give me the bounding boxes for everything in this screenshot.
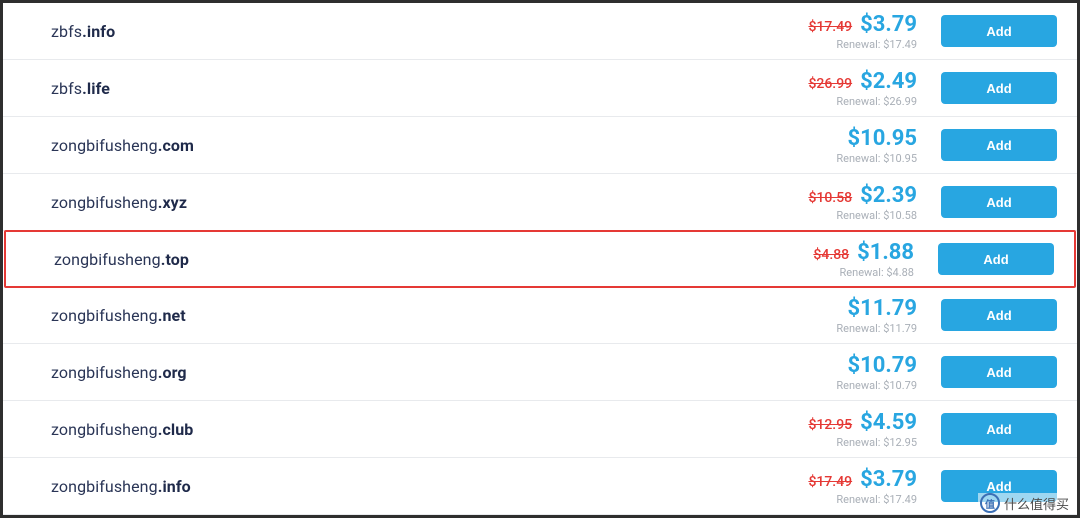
- add-button[interactable]: Add: [941, 299, 1057, 331]
- domain-base: zongbifusheng: [54, 250, 161, 269]
- domain-base: zbfs: [51, 22, 82, 41]
- price-line: $17.49 $3.79: [767, 12, 917, 37]
- domain-base: zongbifusheng: [51, 193, 158, 212]
- domain-base: zongbifusheng: [51, 420, 158, 439]
- renewal-price: Renewal: $11.79: [767, 322, 917, 335]
- current-price: $4.59: [860, 410, 917, 435]
- old-price: $4.88: [813, 247, 849, 263]
- domain-row: zbfs.info $17.49 $3.79Renewal: $17.49 Add: [3, 3, 1077, 60]
- price-line: $4.88 $1.88: [764, 240, 914, 265]
- domain-row: zongbifusheng.club $12.95 $4.59Renewal: $1…: [3, 401, 1077, 458]
- domain-base: zongbifusheng: [51, 477, 158, 496]
- domain-name[interactable]: zongbifusheng.net: [51, 306, 767, 325]
- current-price: $1.88: [857, 240, 914, 265]
- current-price: $2.39: [860, 183, 917, 208]
- renewal-price: Renewal: $10.58: [767, 209, 917, 222]
- add-button[interactable]: Add: [941, 129, 1057, 161]
- domain-row: zongbifusheng.info $17.49 $3.79Renewal: $1…: [3, 458, 1077, 515]
- pricing: $26.99 $2.49Renewal: $26.99: [767, 69, 917, 108]
- renewal-price: Renewal: $10.95: [767, 152, 917, 165]
- domain-name[interactable]: zbfs.info: [51, 22, 767, 41]
- domain-row: zongbifusheng.org$10.79Renewal: $10.79Ad…: [3, 344, 1077, 401]
- domain-tld: .net: [158, 306, 186, 325]
- domain-results-panel: zbfs.info$17.49$3.79Renewal: $17.49Addzb…: [0, 0, 1080, 518]
- watermark-badge-icon: 值: [980, 493, 1000, 513]
- domain-tld: .xyz: [158, 193, 187, 212]
- domain-name[interactable]: zongbifusheng.xyz: [51, 193, 767, 212]
- price-line: $26.99 $2.49: [767, 69, 917, 94]
- old-price: $17.49: [808, 19, 852, 35]
- pricing: $10.95Renewal: $10.95: [767, 126, 917, 165]
- domain-row: zongbifusheng.net$11.79Renewal: $11.79Ad…: [3, 287, 1077, 344]
- domain-name[interactable]: zongbifusheng.org: [51, 363, 767, 382]
- old-price: $10.58: [808, 190, 852, 206]
- price-line: $10.58 $2.39: [767, 183, 917, 208]
- domain-row: zongbifusheng.xyz $10.58 $2.39Renewal: $10…: [3, 174, 1077, 231]
- domain-base: zongbifusheng: [51, 136, 158, 155]
- domain-name[interactable]: zongbifusheng.com: [51, 136, 767, 155]
- domain-tld: .club: [158, 420, 194, 439]
- domain-base: zbfs: [51, 79, 82, 98]
- renewal-price: Renewal: $10.79: [767, 379, 917, 392]
- domain-base: zongbifusheng: [51, 363, 158, 382]
- renewal-price: Renewal: $12.95: [767, 436, 917, 449]
- add-button[interactable]: Add: [941, 356, 1057, 388]
- domain-name[interactable]: zongbifusheng.club: [51, 420, 767, 439]
- add-button[interactable]: Add: [941, 413, 1057, 445]
- current-price: $3.79: [860, 467, 917, 492]
- domain-tld: .top: [161, 250, 189, 269]
- renewal-price: Renewal: $4.88: [764, 266, 914, 279]
- pricing: $10.58 $2.39Renewal: $10.58: [767, 183, 917, 222]
- current-price: $10.79: [848, 353, 918, 378]
- domain-row: zbfs.life $26.99 $2.49Renewal: $26.99 Add: [3, 60, 1077, 117]
- add-button[interactable]: Add: [941, 15, 1057, 47]
- price-line: $12.95 $4.59: [767, 410, 917, 435]
- pricing: $17.49 $3.79Renewal: $17.49: [767, 467, 917, 506]
- domain-results-list: zbfs.info$17.49$3.79Renewal: $17.49Addzb…: [3, 3, 1077, 515]
- watermark: 值 什么值得买: [978, 493, 1071, 513]
- old-price: $17.49: [808, 474, 852, 490]
- price-line: $11.79: [767, 296, 917, 321]
- pricing: $17.49 $3.79Renewal: $17.49: [767, 12, 917, 51]
- renewal-price: Renewal: $17.49: [767, 38, 917, 51]
- current-price: $3.79: [860, 12, 917, 37]
- pricing: $10.79Renewal: $10.79: [767, 353, 917, 392]
- old-price: $12.95: [808, 417, 852, 433]
- add-button[interactable]: Add: [941, 72, 1057, 104]
- price-line: $10.79: [767, 353, 917, 378]
- current-price: $11.79: [848, 296, 918, 321]
- domain-tld: .org: [158, 363, 187, 382]
- domain-tld: .life: [82, 79, 110, 98]
- domain-row: zongbifusheng.com$10.95Renewal: $10.95Ad…: [3, 117, 1077, 174]
- price-line: $10.95: [767, 126, 917, 151]
- price-line: $17.49 $3.79: [767, 467, 917, 492]
- renewal-price: Renewal: $17.49: [767, 493, 917, 506]
- old-price: $26.99: [808, 76, 852, 92]
- domain-name[interactable]: zongbifusheng.info: [51, 477, 767, 496]
- current-price: $2.49: [860, 69, 917, 94]
- domain-base: zongbifusheng: [51, 306, 158, 325]
- pricing: $4.88 $1.88Renewal: $4.88: [764, 240, 914, 279]
- pricing: $12.95 $4.59Renewal: $12.95: [767, 410, 917, 449]
- watermark-text: 什么值得买: [1004, 494, 1069, 513]
- pricing: $11.79Renewal: $11.79: [767, 296, 917, 335]
- domain-name[interactable]: zongbifusheng.top: [54, 250, 764, 269]
- domain-tld: .info: [82, 22, 115, 41]
- domain-tld: .info: [158, 477, 191, 496]
- current-price: $10.95: [848, 126, 918, 151]
- domain-name[interactable]: zbfs.life: [51, 79, 767, 98]
- renewal-price: Renewal: $26.99: [767, 95, 917, 108]
- add-button[interactable]: Add: [941, 186, 1057, 218]
- add-button[interactable]: Add: [938, 243, 1054, 275]
- domain-row: zongbifusheng.top $4.88 $1.88Renewal: $4.8…: [4, 230, 1076, 288]
- domain-tld: .com: [158, 136, 194, 155]
